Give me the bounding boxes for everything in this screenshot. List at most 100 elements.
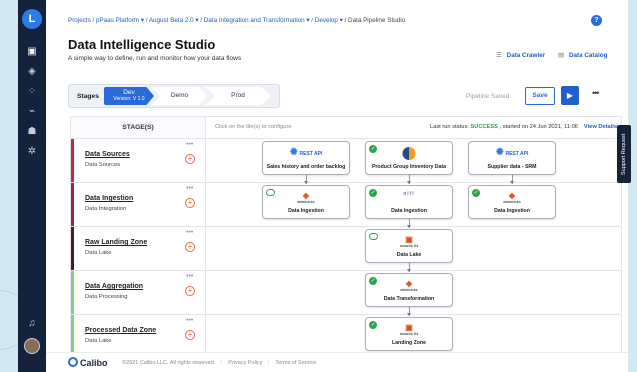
breadcrumb-current: / Data Pipeline Studio [344, 17, 406, 24]
node-data-transformation[interactable]: ✓ ◆ databricks Data Transformation [365, 273, 453, 307]
node-product-inventory[interactable]: ✓ Product Group Inventory Data [365, 141, 453, 175]
stage-name[interactable]: Data Ingestion [85, 195, 133, 202]
configure-hint: Click on the tile(s) to configure [215, 124, 292, 130]
breadcrumb-develop[interactable]: / Develop ▾ [311, 17, 343, 24]
people-icon[interactable]: ☗ [24, 124, 40, 140]
run-status-prefix: Last run status: [430, 124, 469, 130]
databricks-logo: ◆ databricks [400, 279, 418, 292]
list-icon: ☰ [496, 52, 502, 59]
row-more-icon[interactable]: ••• [186, 141, 193, 148]
success-check-icon: ✓ [369, 321, 377, 329]
help-icon[interactable]: ? [591, 15, 602, 26]
node-label: Supplier data - SRM [487, 164, 537, 170]
data-crawler-link[interactable]: ☰ Data Crawler [496, 52, 545, 59]
row-more-icon[interactable]: ••• [186, 185, 193, 192]
page-subtitle: A simple way to define, run and monitor … [68, 55, 242, 62]
node-ingestion-3[interactable]: ✓ ◆ databricks Data Ingestion [468, 185, 556, 219]
row-more-icon[interactable]: ••• [186, 273, 193, 280]
left-sidebar: L ▣ ◈ ⁘ ⌁ ☗ ✲ ♫ [18, 0, 46, 372]
stage-type: Data Sources [85, 162, 121, 168]
rest-api-logo-text: REST API [505, 151, 529, 157]
run-status: Last run status: SUCCESS , started on 24… [430, 124, 617, 130]
breadcrumb: Projects / pPaas Platform ▾ / August Bet… [68, 17, 405, 24]
rest-api-logo-text: REST API [299, 151, 323, 157]
support-request-tab[interactable]: Support Request [617, 125, 631, 183]
stage-name[interactable]: Data Aggregation [85, 283, 143, 290]
stage-demo[interactable]: Demo [152, 87, 207, 105]
stage-type: Data Processing [85, 294, 128, 300]
stage-type: Data Lake [85, 338, 112, 344]
nifi-logo: nifi [403, 191, 415, 197]
main-panel: Projects / pPaas Platform ▾ / August Bet… [46, 0, 628, 372]
success-check-icon: ✓ [369, 145, 377, 153]
privacy-link[interactable]: Privacy Policy [228, 360, 262, 366]
add-node-icon[interactable]: + [185, 286, 195, 296]
copyright: ©2021 Calibo LLC. All rights reserved. [122, 360, 216, 366]
stage-type: Data Lake [85, 250, 112, 256]
stage-dev-version: Version: V 1.0 [113, 96, 145, 102]
footer-brand: Calibo [80, 358, 108, 368]
avatar[interactable] [24, 338, 40, 354]
stage-column-header: STAGE(S) [71, 117, 206, 139]
chart-icon[interactable]: ⌁ [24, 104, 40, 120]
stage-color-bar [71, 139, 74, 182]
stage-color-bar [71, 183, 74, 226]
gear-icon[interactable]: ✲ [24, 144, 40, 160]
stage-color-bar [71, 271, 74, 314]
view-details-link[interactable]: View Details [584, 124, 617, 130]
stage-type: Data Integration [85, 206, 127, 212]
node-landing-zone[interactable]: ✓ ▣ amazon S3 Landing Zone [365, 317, 453, 351]
add-node-icon[interactable]: + [185, 154, 195, 164]
run-status-value: SUCCESS [470, 124, 498, 130]
cloud-icon [369, 233, 378, 240]
footer-text: ©2021 Calibo LLC. All rights reserved. | … [122, 360, 317, 366]
node-supplier-data[interactable]: ✹ REST API Supplier data - SRM [468, 141, 556, 175]
document-icon: ▤ [558, 52, 564, 59]
node-data-lake[interactable]: ▣ amazon S3 Data Lake [365, 229, 453, 263]
run-button[interactable]: ▶ [561, 86, 579, 105]
add-node-icon[interactable]: + [185, 330, 195, 340]
layers-icon[interactable]: ◈ [24, 64, 40, 80]
save-button[interactable]: Save [525, 87, 555, 105]
breadcrumb-release[interactable]: / August Beta 2.0 ▾ [146, 17, 199, 24]
run-status-suffix: , started on 24 Jun 2021, 11:06 [499, 124, 578, 130]
node-label: Product Group Inventory Data [371, 164, 447, 170]
node-ingestion-1[interactable]: ◆ databricks Data Ingestion [262, 185, 350, 219]
data-catalog-link[interactable]: ▤ Data Catalog [558, 52, 607, 59]
app-logo[interactable]: L [22, 9, 42, 29]
stage-color-bar [71, 227, 74, 270]
node-label: Data Ingestion [494, 208, 530, 214]
node-label: Data Ingestion [391, 208, 427, 214]
stage-row-data-aggregation: Data Aggregation Data Processing ••• + [71, 271, 206, 315]
stage-row-raw-landing-zone: Raw Landing Zone Data Lake ••• + [71, 227, 206, 271]
more-options-icon[interactable]: ••• [592, 88, 600, 98]
node-sales-history[interactable]: ✹ REST API Sales history and order backl… [262, 141, 350, 175]
breadcrumb-integration[interactable]: / Data Integration and Transformation ▾ [200, 17, 309, 24]
stage-name[interactable]: Data Sources [85, 151, 130, 158]
add-node-icon[interactable]: + [185, 242, 195, 252]
page-title: Data Intelligence Studio [68, 37, 216, 52]
breadcrumb-projects[interactable]: Projects / pPaas Platform ▾ [68, 17, 144, 24]
add-node-icon[interactable]: + [185, 198, 195, 208]
terms-link[interactable]: Terms of Service [275, 360, 316, 366]
node-label: Sales history and order backlog [266, 164, 346, 170]
stage-row-data-sources: Data Sources Data Sources ••• + [71, 139, 206, 183]
databricks-logo: ◆ databricks [297, 191, 315, 204]
row-more-icon[interactable]: ••• [186, 317, 193, 324]
databricks-logo-text: databricks [503, 200, 521, 204]
node-ingestion-2[interactable]: ✓ nifi Data Ingestion [365, 185, 453, 219]
bell-icon[interactable]: ♫ [24, 316, 40, 332]
stage-name[interactable]: Raw Landing Zone [85, 239, 147, 246]
rest-api-logo: ✹ REST API [289, 147, 323, 158]
stage-prod[interactable]: Prod [205, 87, 271, 105]
stage-name[interactable]: Processed Data Zone [85, 327, 156, 334]
monitor-icon[interactable]: ▣ [24, 44, 40, 60]
stage-dev[interactable]: Dev Version: V 1.0 [104, 87, 154, 105]
stage-row-data-ingestion: Data Ingestion Data Integration ••• + [71, 183, 206, 227]
arrow-icon [407, 181, 411, 184]
pipeline-status: Pipeline Saved [466, 93, 510, 100]
grid-icon[interactable]: ⁘ [24, 84, 40, 100]
row-more-icon[interactable]: ••• [186, 229, 193, 236]
footer-logo: Calibo [68, 357, 108, 368]
data-crawler-label: Data Crawler [506, 52, 546, 59]
